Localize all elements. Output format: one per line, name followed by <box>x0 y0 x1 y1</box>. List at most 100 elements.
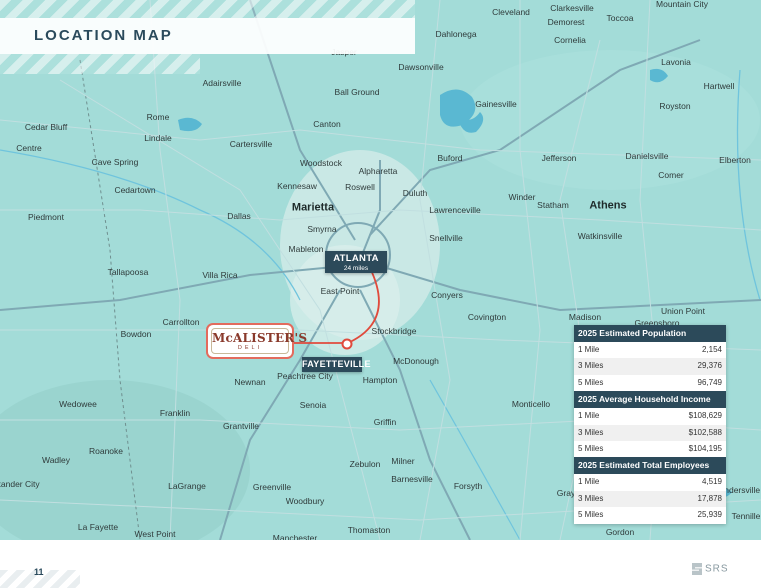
city-label-hampton: Hampton <box>362 374 398 385</box>
row-label: 1 Mile <box>578 345 600 354</box>
city-label-rome: Rome <box>146 111 170 122</box>
page-footer: 11 SRS <box>0 540 761 588</box>
city-label-senoia: Senoia <box>299 399 327 410</box>
city-label-jefferson: Jefferson <box>541 152 577 163</box>
row-label: 3 Miles <box>578 427 604 437</box>
stats-row: 3 Miles $102,588 <box>574 424 726 441</box>
city-label-roanoke: Roanoke <box>88 445 124 456</box>
city-label-marietta: Marietta <box>291 201 335 214</box>
row-value: $104,195 <box>688 443 722 453</box>
city-label-watkinsville: Watkinsville <box>577 230 623 241</box>
city-label-buford: Buford <box>437 152 463 163</box>
city-label-lagrange: LaGrange <box>168 480 206 491</box>
stats-row: 3 Miles 29,376 <box>574 358 726 375</box>
site-pin[interactable] <box>341 338 353 350</box>
city-label-wedowee: Wedowee <box>59 398 97 409</box>
city-label-gray: Gray <box>556 487 576 498</box>
city-label-cornelia: Cornelia <box>554 34 586 45</box>
stats-row: 1 Mile $108,629 <box>574 408 726 424</box>
brand-logo: SRS <box>692 563 729 575</box>
city-label-cave-spring: Cave Spring <box>91 156 139 167</box>
row-label: 5 Miles <box>578 443 604 453</box>
city-label-conyers: Conyers <box>431 289 463 300</box>
row-value: 4,519 <box>701 477 722 487</box>
stats-heading: 2025 Estimated Total Employees <box>574 457 726 475</box>
city-label-madison: Madison <box>568 311 602 322</box>
city-label-griffin: Griffin <box>373 416 397 427</box>
city-label-cartersville: Cartersville <box>229 138 273 149</box>
city-label-villa-rica: Villa Rica <box>202 269 238 280</box>
city-label-athens: Athens <box>589 199 627 212</box>
stats-row: 1 Mile 2,154 <box>574 342 726 358</box>
stats-row: 5 Miles $104,195 <box>574 441 726 457</box>
city-label-canton: Canton <box>313 118 341 129</box>
city-label-monticello: Monticello <box>511 398 551 409</box>
city-label-peachtree-city: Peachtree City <box>277 370 333 381</box>
city-label-west-point: West Point <box>134 528 176 539</box>
stats-row: 5 Miles 96,749 <box>574 375 726 391</box>
city-label-franklin: Franklin <box>159 407 191 418</box>
city-label-toccoa: Toccoa <box>606 12 634 23</box>
city-label-hartwell: Hartwell <box>703 80 735 91</box>
map-area[interactable]: Cleveland Clarkesville Demorest Toccoa Dahlo… <box>0 0 761 540</box>
city-label-thomaston: Thomaston <box>347 524 391 535</box>
row-label: 5 Miles <box>578 377 604 387</box>
mcalisters-logo: McALISTER'S DELI <box>206 323 308 359</box>
fayetteville-marker[interactable]: FAYETTEVILLE <box>302 357 371 372</box>
atlanta-marker[interactable]: ATLANTA 24 miles <box>325 251 387 273</box>
fayetteville-label: FAYETTEVILLE <box>302 359 371 369</box>
city-label-winder: Winder <box>508 191 536 202</box>
city-label-grantville: Grantville <box>223 420 259 431</box>
city-label-mcdonough: McDonough <box>393 355 439 366</box>
row-label: 3 Miles <box>578 361 604 371</box>
atlanta-label: ATLANTA <box>333 253 379 264</box>
row-label: 1 Mile <box>578 411 600 421</box>
row-label: 3 Miles <box>578 493 604 503</box>
city-label-lavonia: Lavonia <box>661 56 691 67</box>
city-label-elberton: Elberton <box>719 154 751 165</box>
city-label-clarkesville: Clarkesville <box>550 2 594 13</box>
city-label-kennesaw: Kennesaw <box>277 180 317 191</box>
city-label-covington: Covington <box>467 311 507 322</box>
city-label-cedar-bluff: Cedar Bluff <box>24 121 68 132</box>
city-label-piedmont: Piedmont <box>28 211 64 222</box>
city-label-alpharetta: Alpharetta <box>358 165 398 176</box>
city-label-duluth: Duluth <box>402 187 428 198</box>
city-label-tennille: Tennille <box>731 510 761 521</box>
city-label-greenville: Greenville <box>252 481 292 492</box>
city-label-tallapoosa: Tallapoosa <box>107 266 149 277</box>
city-label-dawsonville: Dawsonville <box>398 61 444 72</box>
city-label-milner: Milner <box>391 455 415 466</box>
city-label-zebulon: Zebulon <box>349 458 381 469</box>
city-label-mountain-city: Mountain City <box>656 0 708 9</box>
city-label-comer: Comer <box>658 169 684 180</box>
row-value: 29,376 <box>697 361 722 371</box>
logo-name: McALISTER'S <box>212 331 308 345</box>
city-label-wadley: Wadley <box>41 454 71 465</box>
page-number: 11 <box>34 567 44 577</box>
city-label-ball-ground: Ball Ground <box>334 86 380 97</box>
city-label-carrollton: Carrollton <box>162 316 200 327</box>
city-label-royston: Royston <box>659 100 691 111</box>
city-label-lawrenceville: Lawrenceville <box>429 204 481 215</box>
stats-section-income: 2025 Average Household Income 1 Mile $108… <box>574 391 726 457</box>
city-label-barnesville: Barnesville <box>391 473 433 484</box>
city-label-dahlonega: Dahlonega <box>435 28 477 39</box>
city-label-roswell: Roswell <box>345 181 375 192</box>
row-value: $102,588 <box>688 427 722 437</box>
stats-row: 5 Miles 25,939 <box>574 507 726 523</box>
title-hatch-pattern-lower <box>0 54 200 74</box>
stats-row: 3 Miles 17,878 <box>574 490 726 508</box>
city-label-danielsville: Danielsville <box>625 150 669 161</box>
city-label-dallas: Dallas <box>227 210 251 221</box>
city-label-forsyth: Forsyth <box>453 480 483 491</box>
stats-heading: 2025 Average Household Income <box>574 391 726 409</box>
city-label-adairsville: Adairsville <box>202 77 242 88</box>
city-label-snellville: Snellville <box>429 232 463 243</box>
row-label: 5 Miles <box>578 510 604 520</box>
city-label-woodbury: Woodbury <box>285 495 325 506</box>
city-label-woodstock: Woodstock <box>300 157 342 168</box>
atlanta-distance: 24 miles <box>343 265 369 272</box>
city-label-centre: Centre <box>16 142 42 153</box>
city-label-gainesville: Gainesville <box>475 98 517 109</box>
